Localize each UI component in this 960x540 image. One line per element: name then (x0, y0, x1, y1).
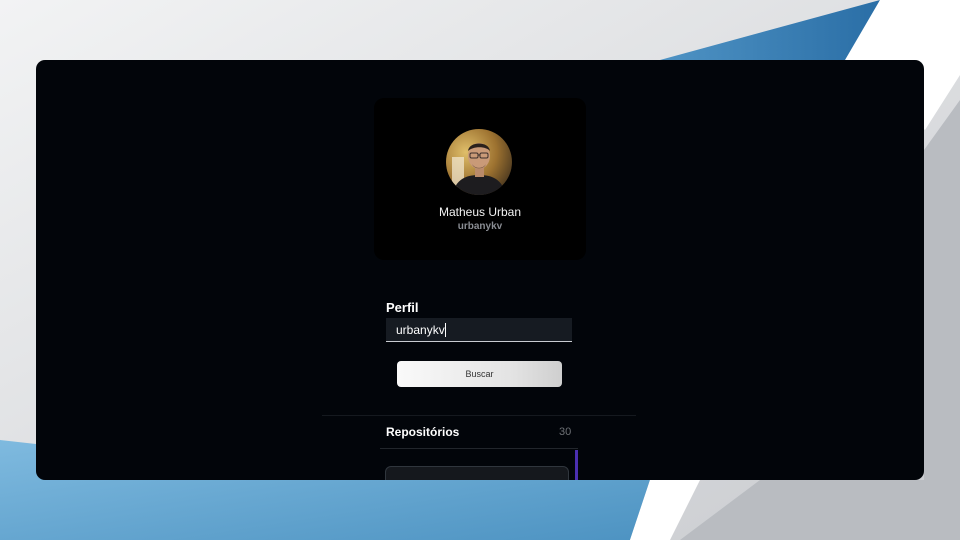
repositories-title: Repositórios (386, 425, 460, 439)
app-window: Matheus Urban urbanykv Perfil Buscar Rep… (36, 60, 924, 480)
scrollbar[interactable] (575, 450, 578, 480)
repository-card[interactable] (385, 466, 569, 480)
user-login: urbanykv (457, 221, 503, 232)
user-name: Matheus Urban (438, 205, 522, 219)
repository-list[interactable] (380, 448, 578, 480)
search-button[interactable]: Buscar (397, 361, 562, 387)
avatar[interactable] (446, 129, 512, 195)
user-photo-icon (446, 129, 512, 195)
profile-card: Matheus Urban urbanykv (374, 98, 586, 260)
profile-search-input[interactable] (386, 318, 572, 342)
profile-field-label: Perfil (386, 300, 419, 315)
text-caret (445, 323, 446, 337)
section-divider (322, 415, 636, 416)
repositories-count: 30 (559, 426, 572, 438)
